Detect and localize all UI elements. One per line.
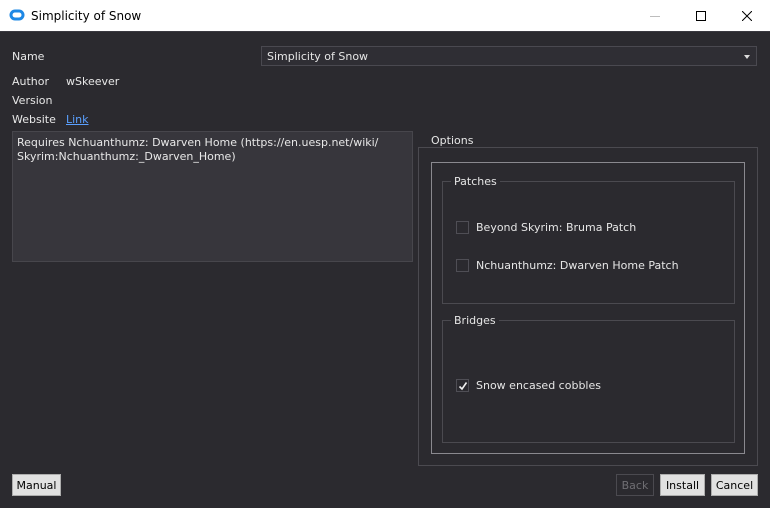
name-dropdown[interactable]: Simplicity of Snow bbox=[261, 46, 757, 66]
options-title: Options bbox=[428, 134, 477, 147]
patches-title: Patches bbox=[451, 175, 500, 188]
author-label: Author bbox=[12, 75, 50, 88]
name-label: Name bbox=[12, 50, 45, 63]
author-value: wSkeever bbox=[66, 75, 120, 88]
checkbox[interactable] bbox=[456, 259, 469, 272]
description-line: Skyrim:Nchuanthumz:_Dwarven_Home) bbox=[17, 150, 236, 163]
maximize-icon bbox=[696, 10, 706, 21]
back-button[interactable]: Back bbox=[616, 474, 654, 496]
option-label: Nchuanthumz: Dwarven Home Patch bbox=[476, 259, 679, 272]
option-bruma-patch[interactable]: Beyond Skyrim: Bruma Patch bbox=[456, 221, 636, 234]
description-box[interactable]: Requires Nchuanthumz: Dwarven Home (http… bbox=[12, 131, 413, 262]
install-button[interactable]: Install bbox=[660, 474, 705, 496]
minimize-icon bbox=[650, 15, 660, 17]
name-dropdown-value: Simplicity of Snow bbox=[267, 50, 369, 63]
checkbox-checked[interactable] bbox=[456, 379, 469, 392]
minimize-button[interactable] bbox=[632, 0, 678, 31]
cancel-button[interactable]: Cancel bbox=[711, 474, 758, 496]
version-label: Version bbox=[12, 94, 53, 107]
option-label: Beyond Skyrim: Bruma Patch bbox=[476, 221, 637, 234]
description-line: Requires Nchuanthumz: Dwarven Home (http… bbox=[17, 136, 379, 149]
manual-button[interactable]: Manual bbox=[12, 474, 61, 496]
bridges-title: Bridges bbox=[451, 314, 499, 327]
patches-group bbox=[442, 181, 735, 304]
website-link[interactable]: Link bbox=[66, 113, 89, 126]
checkmark-icon bbox=[458, 381, 467, 390]
title-divider bbox=[0, 31, 770, 32]
website-label: Website bbox=[12, 113, 56, 126]
option-dwarven-home-patch[interactable]: Nchuanthumz: Dwarven Home Patch bbox=[456, 259, 679, 272]
close-button[interactable] bbox=[724, 0, 770, 31]
mod-organizer-icon bbox=[9, 9, 25, 21]
chevron-down-icon bbox=[744, 55, 750, 59]
option-label: Snow encased cobbles bbox=[476, 379, 601, 392]
maximize-button[interactable] bbox=[678, 0, 724, 31]
window-title-bar: Simplicity of Snow bbox=[0, 0, 770, 31]
checkbox[interactable] bbox=[456, 221, 469, 234]
option-snow-encased-cobbles[interactable]: Snow encased cobbles bbox=[456, 379, 601, 392]
window-title: Simplicity of Snow bbox=[31, 9, 142, 23]
close-icon bbox=[742, 10, 752, 21]
